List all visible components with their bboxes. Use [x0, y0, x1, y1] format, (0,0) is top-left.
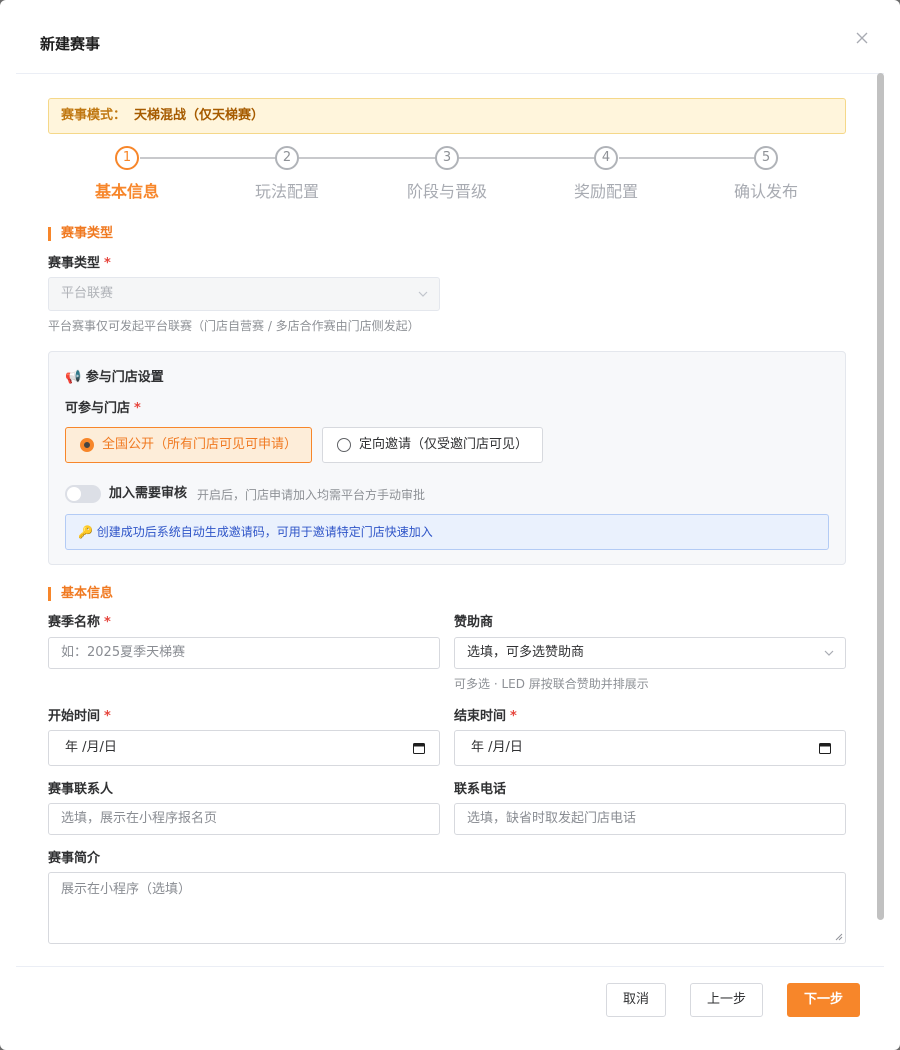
modal-title: 新建赛事 — [40, 35, 101, 53]
resize-handle-icon[interactable] — [835, 933, 843, 941]
end-time-label: 结束时间 * — [454, 709, 517, 725]
stepper: 1 基本信息 2 玩法配置 3 阶段与晋级 4 奖励配置 5 确认发布 — [48, 146, 846, 206]
cancel-button[interactable]: 取消 — [606, 983, 666, 1017]
store-settings-title: 📢 参与门店设置 — [65, 370, 164, 385]
step-rewards[interactable]: 4 奖励配置 — [546, 146, 666, 202]
start-time-input[interactable]: 年 /月/日 — [48, 730, 440, 766]
step-label: 奖励配置 — [573, 182, 638, 201]
next-step-button[interactable]: 下一步 — [787, 983, 860, 1017]
start-time-value: 年 /月/日 — [65, 740, 117, 755]
step-basic-info[interactable]: 1 基本信息 — [67, 146, 187, 202]
radio-public-label: 全国公开（所有门店可见可申请） — [102, 437, 298, 452]
intro-textarea[interactable]: 展示在小程序（选填） — [48, 872, 846, 944]
scrollbar[interactable] — [877, 73, 884, 920]
phone-label: 联系电话 — [454, 782, 507, 797]
step-number: 3 — [435, 146, 459, 170]
event-mode-banner: 赛事模式： 天梯混战（仅天梯赛） — [48, 98, 846, 134]
phone-placeholder: 选填，缺省时取发起门店电话 — [467, 811, 637, 826]
required-mark: * — [510, 709, 517, 724]
review-toggle-label: 加入需要审核 — [109, 486, 188, 501]
footer-divider — [16, 966, 884, 967]
event-type-hint: 平台赛事仅可发起平台联赛（门店自营赛 / 多店合作赛由门店侧发起） — [48, 319, 420, 333]
event-mode-value: 天梯混战（仅天梯赛） — [134, 108, 265, 123]
step-gameplay[interactable]: 2 玩法配置 — [227, 146, 347, 202]
season-name-label-text: 赛季名称 — [48, 615, 101, 630]
step-label: 确认发布 — [733, 182, 798, 201]
section-title-basic-info: 基本信息 — [48, 587, 113, 601]
intro-placeholder: 展示在小程序（选填） — [61, 882, 192, 897]
start-time-label-text: 开始时间 — [48, 709, 101, 724]
chevron-down-icon — [418, 291, 428, 297]
invite-code-info: 🔑 创建成功后系统自动生成邀请码，可用于邀请特定门店快速加入 — [65, 514, 829, 550]
eligible-stores-label-text: 可参与门店 — [65, 401, 131, 416]
radio-invite[interactable]: 定向邀请（仅受邀门店可见） — [322, 427, 543, 463]
contact-input[interactable]: 选填，展示在小程序报名页 — [48, 803, 440, 835]
chevron-down-icon — [824, 650, 834, 656]
review-toggle-hint: 开启后，门店申请加入均需平台方手动审批 — [197, 488, 426, 502]
step-label: 基本信息 — [94, 182, 159, 201]
event-type-label-text: 赛事类型 — [48, 256, 101, 271]
required-mark: * — [134, 401, 141, 416]
end-time-input[interactable]: 年 /月/日 — [454, 730, 846, 766]
store-settings-panel: 📢 参与门店设置 可参与门店 * 全国公开（所有门店可见可申请） 定向邀请（仅受邀… — [48, 351, 846, 565]
required-mark: * — [104, 709, 111, 724]
step-number: 2 — [275, 146, 299, 170]
close-button[interactable] — [852, 28, 872, 48]
season-name-input[interactable]: 如：2025夏季天梯赛 — [48, 637, 440, 669]
radio-button[interactable] — [337, 438, 351, 452]
header-divider — [16, 73, 884, 74]
step-confirm[interactable]: 5 确认发布 — [706, 146, 826, 202]
radio-invite-label: 定向邀请（仅受邀门店可见） — [359, 437, 529, 452]
modal-header: 新建赛事 — [0, 0, 900, 74]
required-mark: * — [104, 256, 111, 271]
eligible-stores-label: 可参与门店 * — [65, 401, 141, 417]
calendar-icon[interactable] — [819, 742, 831, 754]
event-type-label: 赛事类型 * — [48, 256, 111, 272]
step-label: 阶段与晋级 — [406, 182, 487, 201]
toggle-knob — [67, 487, 81, 501]
calendar-icon[interactable] — [413, 742, 425, 754]
step-number: 5 — [754, 146, 778, 170]
review-toggle[interactable] — [65, 485, 101, 503]
radio-button[interactable] — [80, 438, 94, 452]
phone-input[interactable]: 选填，缺省时取发起门店电话 — [454, 803, 846, 835]
sponsor-hint: 可多选 · LED 屏按联合赞助并排展示 — [454, 677, 649, 691]
event-mode-label: 赛事模式： — [61, 108, 127, 123]
radio-public[interactable]: 全国公开（所有门店可见可申请） — [65, 427, 312, 463]
sponsor-label: 赞助商 — [454, 615, 494, 630]
create-event-modal: 新建赛事 赛事模式： 天梯混战（仅天梯赛） 1 基本信息 2 玩法配置 3 阶段与… — [0, 0, 900, 1050]
sponsor-placeholder: 选填，可多选赞助商 — [467, 645, 585, 660]
contact-placeholder: 选填，展示在小程序报名页 — [61, 811, 218, 826]
contact-label: 赛事联系人 — [48, 782, 114, 797]
step-number: 4 — [594, 146, 618, 170]
season-name-label: 赛季名称 * — [48, 615, 111, 631]
season-name-placeholder: 如：2025夏季天梯赛 — [61, 645, 186, 660]
intro-label: 赛事简介 — [48, 851, 101, 866]
event-type-value: 平台联赛 — [61, 286, 114, 301]
start-time-label: 开始时间 * — [48, 709, 111, 725]
step-stages[interactable]: 3 阶段与晋级 — [387, 146, 507, 202]
end-time-value: 年 /月/日 — [471, 740, 523, 755]
sponsor-select[interactable]: 选填，可多选赞助商 — [454, 637, 846, 669]
prev-step-button[interactable]: 上一步 — [690, 983, 763, 1017]
required-mark: * — [104, 615, 111, 630]
event-type-select[interactable]: 平台联赛 — [48, 277, 440, 311]
end-time-label-text: 结束时间 — [454, 709, 507, 724]
step-number: 1 — [115, 146, 139, 170]
section-title-event-type: 赛事类型 — [48, 227, 113, 241]
close-icon — [856, 32, 868, 44]
step-label: 玩法配置 — [254, 182, 319, 201]
